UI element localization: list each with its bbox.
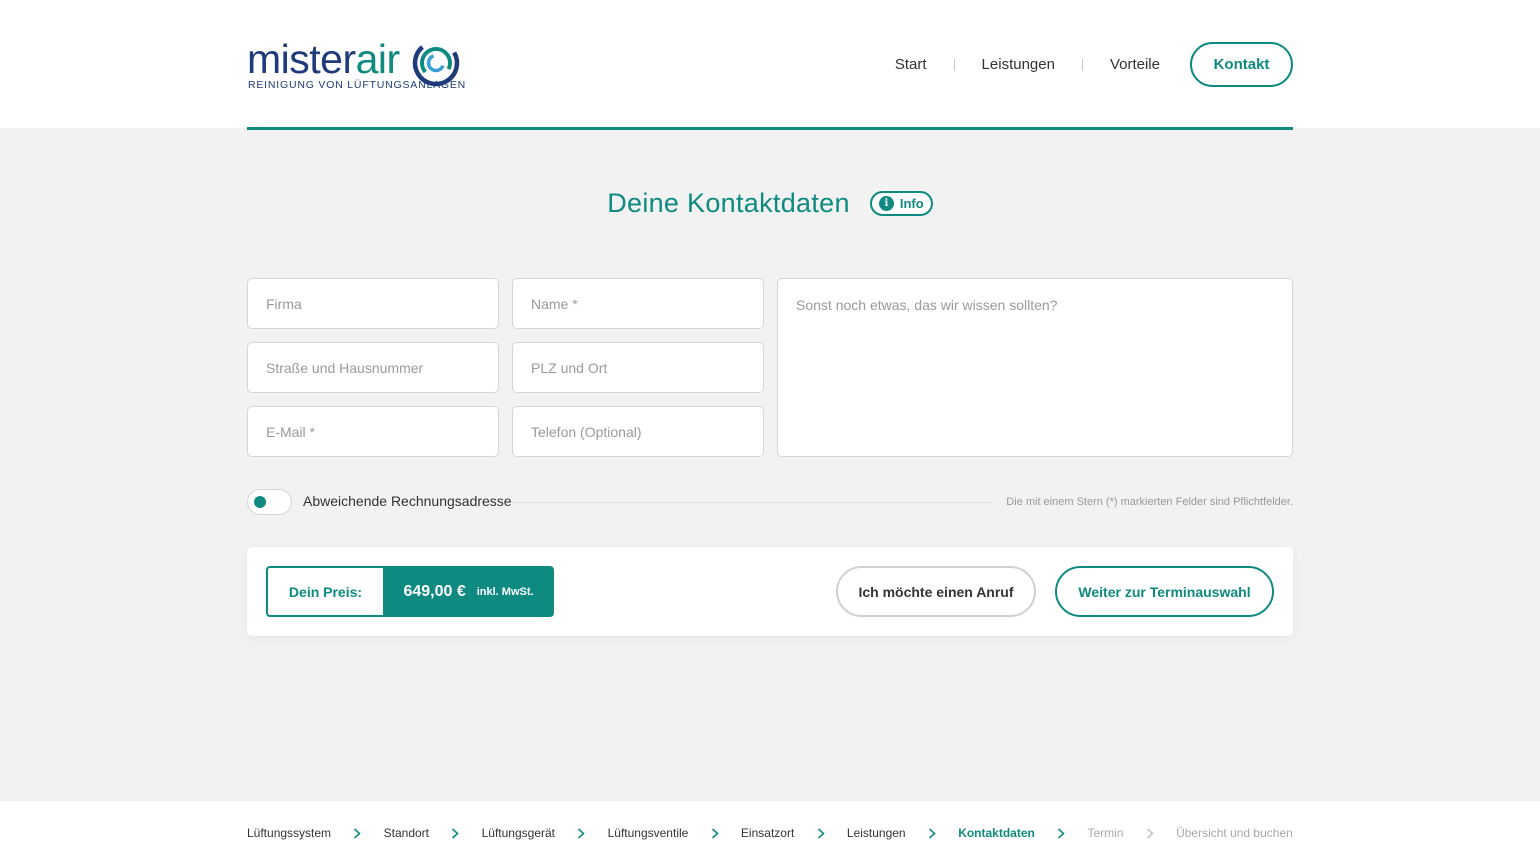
step-lueftungsventile[interactable]: Lüftungsventile [608,826,689,840]
name-placeholder: Name * [531,295,578,312]
street-placeholder: Straße und Hausnummer [266,359,424,376]
nav-divider [1081,58,1083,71]
nav-divider [953,58,955,71]
price-amount: 649,00 € [403,582,466,600]
step-breadcrumb: Lüftungssystem Standort Lüftungsgerät Lü… [247,826,1293,840]
action-bar: Dein Preis: 649,00 € inkl. MwSt. Ich möc… [247,547,1293,636]
header-divider [247,127,1293,130]
price-box: Dein Preis: 649,00 € inkl. MwSt. [266,566,554,617]
zip-city-placeholder: PLZ und Ort [531,359,608,376]
name-field[interactable]: Name * [512,278,764,329]
step-leistungen[interactable]: Leistungen [847,826,906,840]
price-value-box: 649,00 € inkl. MwSt. [383,566,554,617]
nav-item-vorteile[interactable]: Vorteile [1110,56,1160,73]
divider-line [512,502,992,503]
title-row: Deine Kontaktdaten i Info [0,188,1540,219]
main-nav: Start Leistungen Vorteile Kontakt [895,42,1293,87]
step-einsatzort[interactable]: Einsatzort [741,826,794,840]
chevron-right-icon [354,827,362,839]
chevron-right-icon [578,827,585,839]
billing-address-label[interactable]: Abweichende Rechnungsadresse [303,493,512,509]
company-field[interactable]: Firma [247,278,499,329]
street-field[interactable]: Straße und Hausnummer [247,342,499,393]
phone-field[interactable]: Telefon (Optional) [512,406,764,457]
chevron-right-icon [1146,827,1154,839]
email-placeholder: E-Mail * [266,423,316,440]
nav-item-start[interactable]: Start [895,56,927,73]
info-label: Info [899,196,924,211]
company-placeholder: Firma [266,295,302,312]
chevron-right-icon [817,827,825,839]
page-title: Deine Kontaktdaten [607,188,850,218]
logo-wordmark: misterair [247,36,400,82]
email-field[interactable]: E-Mail * [247,406,499,457]
price-tax-note: inkl. MwSt. [476,585,534,598]
site-header: misterair REINIGUNG VON LÜFTUNGSANLAGEN … [0,0,1540,128]
contact-button[interactable]: Kontakt [1190,42,1293,87]
info-button[interactable]: i Info [869,191,933,216]
info-icon: i [878,196,894,211]
nav-item-leistungen[interactable]: Leistungen [982,56,1055,73]
next-to-appointment-button[interactable]: Weiter zur Terminauswahl [1055,566,1274,617]
chevron-right-icon [928,827,936,839]
zip-city-field[interactable]: PLZ und Ort [512,342,764,393]
step-standort[interactable]: Standort [384,826,429,840]
message-textarea[interactable]: Sonst noch etwas, das wir wissen sollten… [777,278,1293,457]
chevron-right-icon [452,827,460,839]
request-call-button[interactable]: Ich möchte einen Anruf [836,566,1036,617]
price-label: Dein Preis: [266,566,383,617]
progress-footer: Lüftungssystem Standort Lüftungsgerät Lü… [0,801,1540,866]
required-fields-note: Die mit einem Stern (*) markierten Felde… [1006,496,1293,508]
message-placeholder: Sonst noch etwas, das wir wissen sollten… [796,297,1058,313]
toggle-knob [254,496,266,508]
step-kontaktdaten[interactable]: Kontaktdaten [958,826,1035,840]
step-termin: Termin [1087,826,1124,840]
phone-placeholder: Telefon (Optional) [531,423,642,440]
step-lueftungssystem[interactable]: Lüftungssystem [247,826,331,840]
logo[interactable]: misterair REINIGUNG VON LÜFTUNGSANLAGEN [247,36,467,96]
step-lueftungsgeraet[interactable]: Lüftungsgerät [482,826,555,840]
billing-address-toggle[interactable] [247,489,292,515]
chevron-right-icon [711,827,719,839]
chevron-right-icon [1058,827,1065,839]
step-uebersicht: Übersicht und buchen [1176,826,1293,840]
logo-tagline: REINIGUNG VON LÜFTUNGSANLAGEN [248,79,467,91]
